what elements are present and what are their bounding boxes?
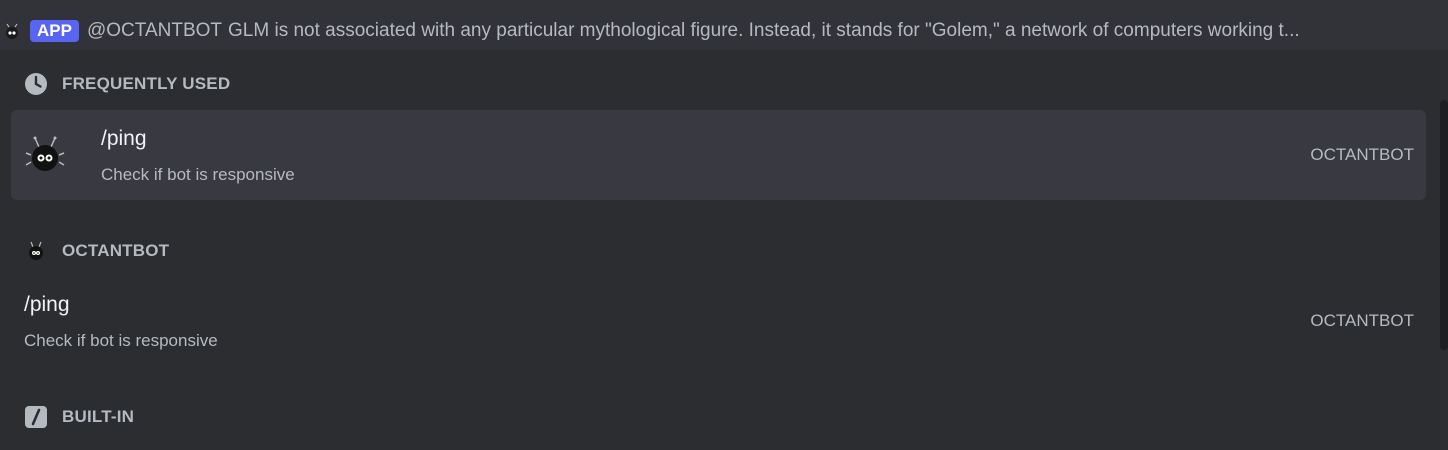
clock-icon	[24, 72, 48, 96]
reply-message-text[interactable]: GLM is not associated with any particula…	[228, 20, 1300, 42]
command-source: OCTANTBOT	[1310, 311, 1414, 330]
command-name: /ping	[101, 127, 147, 150]
command-row-ping-frequent[interactable]: /ping Check if bot is responsive OCTANTB…	[11, 110, 1426, 200]
section-label: OCTANTBOT	[62, 241, 170, 260]
section-header-octantbot: OCTANTBOT	[24, 239, 169, 263]
section-header-built-in: BUILT-IN	[24, 405, 134, 429]
command-row-ping-octantbot[interactable]: /ping Check if bot is responsive OCTANTB…	[11, 276, 1426, 366]
command-name: /ping	[24, 293, 70, 316]
reply-preview-line[interactable]: APP @OCTANTBOT GLM is not associated wit…	[0, 20, 1300, 50]
slash-command-icon	[24, 405, 48, 429]
reply-preview-bar[interactable]: APP @OCTANTBOT GLM is not associated wit…	[0, 0, 1448, 50]
scrollbar[interactable]	[1440, 100, 1448, 350]
command-description: Check if bot is responsive	[24, 331, 218, 350]
bot-avatar-icon	[6, 23, 18, 39]
section-label: FREQUENTLY USED	[62, 74, 231, 93]
section-label: BUILT-IN	[62, 407, 135, 426]
bot-avatar-icon	[25, 136, 65, 171]
command-picker: FREQUENTLY USED /ping Check if bot is re…	[0, 50, 1448, 450]
section-header-frequently-used: FREQUENTLY USED	[24, 72, 230, 96]
app-badge: APP	[30, 20, 79, 42]
command-description: Check if bot is responsive	[101, 165, 295, 184]
bot-avatar-icon	[24, 239, 48, 263]
reply-author[interactable]: @OCTANTBOT	[87, 20, 222, 42]
command-source: OCTANTBOT	[1310, 145, 1414, 164]
